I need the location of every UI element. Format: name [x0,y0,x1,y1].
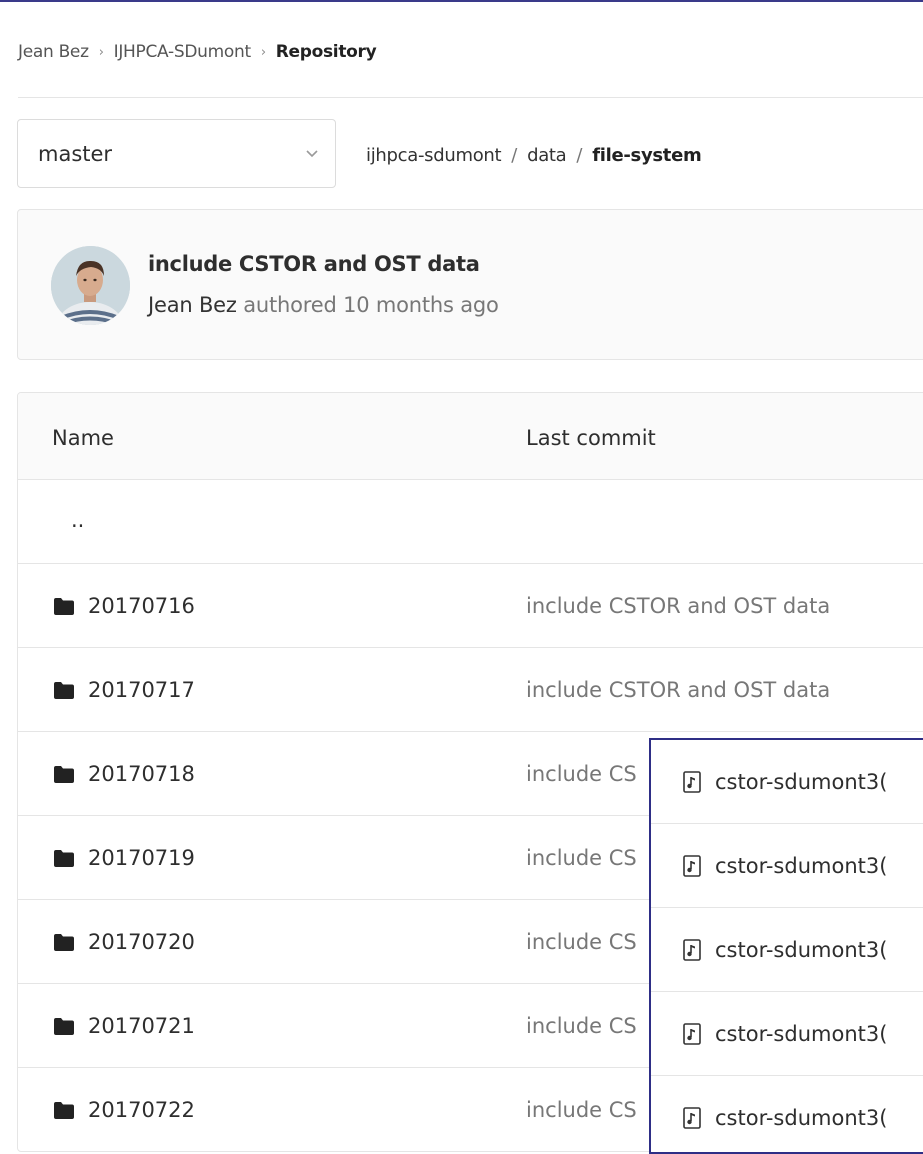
breadcrumb-repository-link[interactable]: Repository [276,42,377,62]
list-item[interactable]: cstor-sdumont3( [651,908,923,992]
folder-icon [54,681,74,699]
last-commit-panel: include CSTOR and OST data Jean Bez auth… [17,209,923,360]
chevron-down-icon [306,150,318,158]
commit-author-link[interactable]: Jean Bez [148,293,237,317]
path-separator: / [511,144,518,166]
table-header: Name Last commit [18,393,923,480]
folder-link[interactable]: 20170721 [88,1014,195,1038]
folder-link[interactable]: 20170716 [88,594,195,618]
audio-file-icon [683,1107,701,1129]
row-name: 20170719 [54,846,195,870]
audio-file-icon [683,1022,701,1045]
list-item[interactable]: cstor-sdumont3( [651,740,923,824]
folder-link[interactable]: 20170718 [88,762,195,786]
file-link[interactable]: cstor-sdumont3( [715,1106,887,1130]
branch-dropdown[interactable]: master [17,119,336,188]
table-row-parent-directory[interactable]: .. [18,480,923,564]
path-data-link[interactable]: data [527,145,567,166]
file-link[interactable]: cstor-sdumont3( [715,1022,887,1046]
folder-link[interactable]: 20170722 [88,1098,195,1122]
file-link[interactable]: cstor-sdumont3( [715,938,887,962]
folder-icon [54,597,74,615]
path-root-link[interactable]: ijhpca-sdumont [366,145,502,166]
row-last-commit-link[interactable]: include CS [526,930,637,954]
audio-file-icon [683,770,701,793]
file-list-overlay: cstor-sdumont3( cstor-sdumont3( cstor-sd… [649,738,923,1154]
avatar[interactable] [51,246,130,325]
parent-directory-link[interactable]: .. [71,508,84,532]
folder-link[interactable]: 20170717 [88,678,195,702]
path-current-link[interactable]: file-system [592,145,702,166]
avatar-image [51,246,130,325]
column-header-name: Name [52,426,114,450]
folder-icon [54,849,74,867]
table-row[interactable]: 20170716 include CSTOR and OST data [18,564,923,648]
breadcrumb-project-link[interactable]: IJHPCA-SDumont [114,42,251,62]
chevron-right-icon: › [98,44,104,60]
row-last-commit-link[interactable]: include CS [526,762,637,786]
audio-file-icon [683,854,701,877]
column-header-last-commit: Last commit [526,426,656,450]
divider [18,97,923,98]
commit-time: authored 10 months ago [243,293,499,317]
breadcrumb-user-link[interactable]: Jean Bez [18,42,89,62]
row-last-commit-link[interactable]: include CS [526,846,637,870]
top-border [0,0,923,2]
list-item[interactable]: cstor-sdumont3( [651,992,923,1076]
folder-link[interactable]: 20170719 [88,846,195,870]
breadcrumb: Jean Bez › IJHPCA-SDumont › Repository [18,38,377,66]
branch-selected-value: master [38,141,113,166]
list-item[interactable]: cstor-sdumont3( [651,1076,923,1152]
row-name: 20170721 [54,1014,195,1038]
row-name: 20170716 [54,594,195,618]
row-name: 20170722 [54,1098,195,1122]
folder-icon [54,765,74,783]
chevron-right-icon: › [260,44,266,60]
row-name: 20170717 [54,678,195,702]
folder-icon [54,1101,74,1119]
table-row[interactable]: 20170717 include CSTOR and OST data [18,648,923,732]
commit-title-link[interactable]: include CSTOR and OST data [148,252,480,276]
row-last-commit-link[interactable]: include CS [526,1098,637,1122]
folder-icon [54,933,74,951]
row-last-commit-link[interactable]: include CSTOR and OST data [526,678,830,702]
repo-path: ijhpca-sdumont / data / file-system [366,140,702,170]
row-last-commit-link[interactable]: include CS [526,1014,637,1038]
folder-icon [54,1017,74,1035]
file-link[interactable]: cstor-sdumont3( [715,770,887,794]
file-link[interactable]: cstor-sdumont3( [715,854,887,878]
audio-file-icon [683,938,701,961]
row-name: 20170720 [54,930,195,954]
row-last-commit-link[interactable]: include CSTOR and OST data [526,594,830,618]
folder-link[interactable]: 20170720 [88,930,195,954]
commit-meta: Jean Bez authored 10 months ago [148,293,499,317]
path-separator: / [576,144,583,166]
list-item[interactable]: cstor-sdumont3( [651,824,923,908]
row-name: 20170718 [54,762,195,786]
